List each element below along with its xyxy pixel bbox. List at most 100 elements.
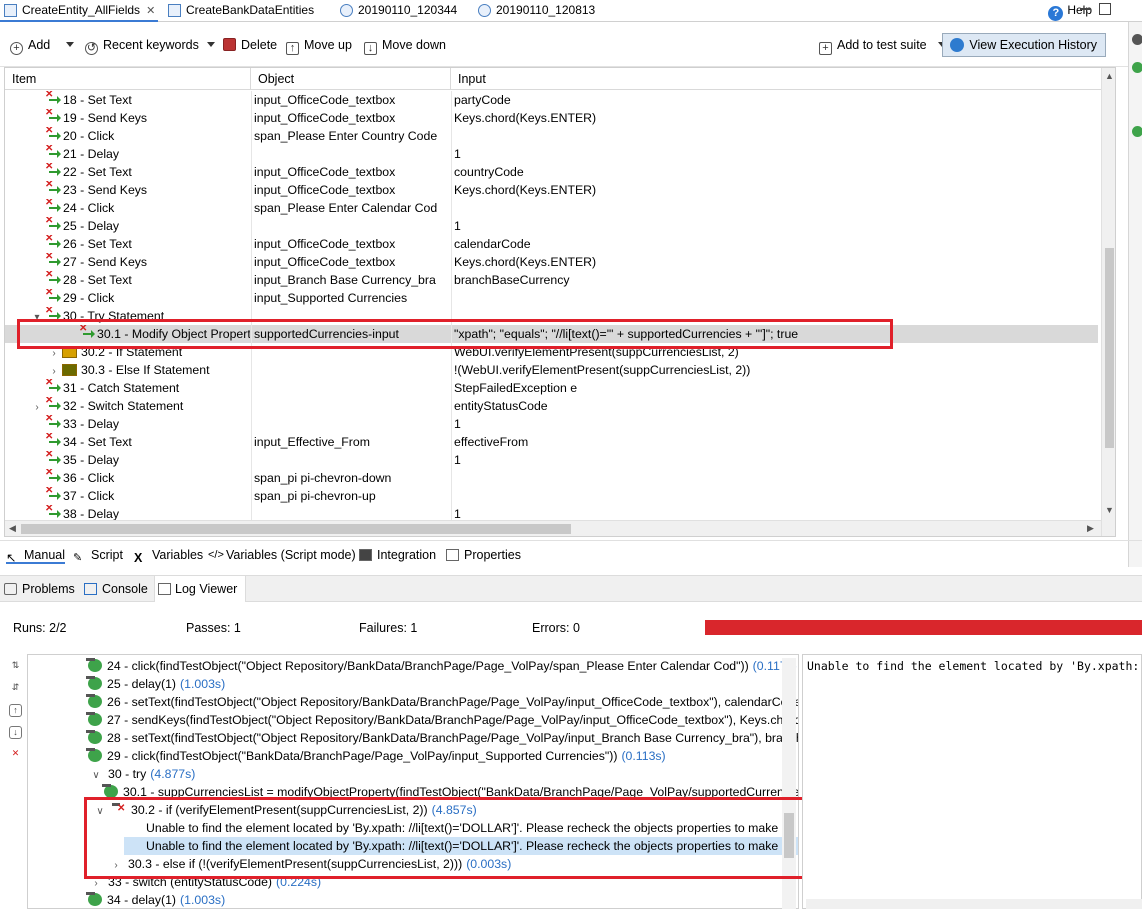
log-row[interactable]: 26 - setText(findTestObject("Object Repo…	[86, 693, 798, 711]
log-row[interactable]: 27 - sendKeys(findTestObject("Object Rep…	[86, 711, 798, 729]
view-execution-history-button[interactable]: View Execution History	[942, 33, 1106, 57]
object-cell[interactable]: input_OfficeCode_textbox	[251, 235, 450, 253]
object-cell[interactable]	[251, 397, 450, 415]
table-row[interactable]: ✕ 29 - Click input_Supported Currencies	[5, 289, 1098, 307]
object-cell[interactable]	[251, 145, 450, 163]
table-row[interactable]: ✕ 28 - Set Text input_Branch Base Currency…	[5, 271, 1098, 289]
table-row[interactable]: › 30.3 - Else If Statement !(WebUI.verifyE…	[5, 361, 1098, 379]
table-row[interactable]: ✕ 18 - Set Text input_OfficeCode_textbox pa…	[5, 91, 1098, 109]
input-cell[interactable]: !(WebUI.verifyElementPresent(suppCurrenc…	[451, 361, 1091, 379]
input-cell[interactable]: effectiveFrom	[451, 433, 1091, 451]
tab-problems[interactable]: Problems	[4, 580, 75, 598]
input-cell[interactable]: entityStatusCode	[451, 397, 1091, 415]
expand-arrow-icon[interactable]: ›	[48, 363, 60, 379]
editor-tab-createbankdata[interactable]: CreateBankDataEntities	[164, 0, 324, 22]
input-cell[interactable]	[451, 127, 1091, 145]
tab-variables[interactable]: X Variables	[134, 546, 203, 565]
input-cell[interactable]: branchBaseCurrency	[451, 271, 1091, 289]
table-row[interactable]: › ✕ 32 - Switch Statement entityStatusCode	[5, 397, 1098, 415]
table-horizontal-scrollbar[interactable]: ◀ ▶	[5, 520, 1101, 536]
scroll-left-icon[interactable]: ◀	[9, 523, 16, 534]
table-row[interactable]: ✕ 27 - Send Keys input_OfficeCode_textbox K…	[5, 253, 1098, 271]
message-horizontal-scrollbar[interactable]	[806, 899, 1142, 909]
input-cell[interactable]: calendarCode	[451, 235, 1091, 253]
input-cell[interactable]: 1	[451, 145, 1091, 163]
expand-all-icon[interactable]: ⇵	[9, 682, 22, 695]
table-row[interactable]: ✕ 20 - Click span_Please Enter Country Cod…	[5, 127, 1098, 145]
column-header-object[interactable]: Object	[251, 68, 451, 90]
tab-integration[interactable]: Integration	[359, 546, 436, 564]
editor-tab-report-1[interactable]: 20190110_120344	[336, 0, 466, 22]
object-cell[interactable]	[251, 451, 450, 469]
table-row[interactable]: ✕ 25 - Delay 1	[5, 217, 1098, 235]
minimize-icon[interactable]	[1080, 8, 1091, 10]
input-cell[interactable]: 1	[451, 451, 1091, 469]
table-row[interactable]: ✕ 33 - Delay 1	[5, 415, 1098, 433]
add-dropdown-icon[interactable]	[66, 42, 74, 47]
object-cell[interactable]: input_OfficeCode_textbox	[251, 91, 450, 109]
object-cell[interactable]	[251, 379, 450, 397]
object-cell[interactable]: input_OfficeCode_textbox	[251, 253, 450, 271]
table-row[interactable]: ✕ 19 - Send Keys input_OfficeCode_textbox K…	[5, 109, 1098, 127]
recent-keywords-button[interactable]: ↺ Recent keywords	[85, 36, 199, 55]
table-row[interactable]: ✕ 22 - Set Text input_OfficeCode_textbox co…	[5, 163, 1098, 181]
table-row[interactable]: ✕ 31 - Catch Statement StepFailedException…	[5, 379, 1098, 397]
recent-keywords-dropdown-icon[interactable]	[207, 42, 215, 47]
input-cell[interactable]: Keys.chord(Keys.ENTER)	[451, 253, 1091, 271]
tab-properties[interactable]: Properties	[446, 546, 521, 564]
object-cell[interactable]	[251, 415, 450, 433]
expand-arrow-icon[interactable]: ›	[31, 399, 43, 415]
input-cell[interactable]	[451, 469, 1091, 487]
object-cell[interactable]: input_Branch Base Currency_bra	[251, 271, 450, 289]
maximize-icon[interactable]	[1099, 3, 1111, 15]
object-cell[interactable]	[251, 361, 450, 379]
move-up-button[interactable]: ↑ Move up	[286, 36, 352, 55]
input-cell[interactable]	[451, 289, 1091, 307]
log-row[interactable]: 34 - delay(1) (1.003s)	[86, 891, 225, 908]
collapse-arrow-icon[interactable]: ∨	[90, 767, 102, 785]
table-row[interactable]: ✕ 26 - Set Text input_OfficeCode_textbox ca…	[5, 235, 1098, 253]
column-header-item[interactable]: Item	[5, 68, 251, 90]
input-cell[interactable]: 1	[451, 415, 1091, 433]
input-cell[interactable]: Keys.chord(Keys.ENTER)	[451, 181, 1091, 199]
input-cell[interactable]: partyCode	[451, 91, 1091, 109]
failures-only-icon[interactable]: ✕	[9, 748, 22, 761]
scrollbar-thumb[interactable]	[21, 524, 571, 534]
add-to-test-suite-button[interactable]: + Add to test suite	[819, 36, 927, 55]
object-cell[interactable]: span_Please Enter Country Code	[251, 127, 450, 145]
tab-script[interactable]: ✎ Script	[73, 546, 123, 564]
move-down-button[interactable]: ↓ Move down	[364, 36, 446, 55]
log-row[interactable]: 25 - delay(1) (1.003s)	[86, 675, 225, 693]
input-cell[interactable]: countryCode	[451, 163, 1091, 181]
input-cell[interactable]	[451, 487, 1091, 505]
object-cell[interactable]: input_OfficeCode_textbox	[251, 109, 450, 127]
object-cell[interactable]: input_OfficeCode_textbox	[251, 181, 450, 199]
previous-failure-icon[interactable]: ↑	[9, 704, 22, 717]
object-cell[interactable]: span_pi pi-chevron-down	[251, 469, 450, 487]
tab-log-viewer[interactable]: Log Viewer	[154, 576, 247, 602]
input-cell[interactable]: Keys.chord(Keys.ENTER)	[451, 109, 1091, 127]
collapse-all-icon[interactable]: ⇅	[9, 660, 22, 673]
object-cell[interactable]: span_Please Enter Calendar Cod	[251, 199, 450, 217]
table-row[interactable]: ✕ 24 - Click span_Please Enter Calendar Co…	[5, 199, 1098, 217]
tab-console[interactable]: Console	[84, 580, 148, 598]
table-row[interactable]: ✕ 37 - Click span_pi pi-chevron-up	[5, 487, 1098, 505]
tab-manual[interactable]: ↖ Manual	[6, 546, 65, 565]
scroll-up-icon[interactable]: ▲	[1105, 71, 1114, 81]
table-row[interactable]: ✕ 35 - Delay 1	[5, 451, 1098, 469]
object-cell[interactable]: span_pi pi-chevron-up	[251, 487, 450, 505]
eye-icon[interactable]	[1132, 34, 1142, 45]
column-header-input[interactable]: Input	[451, 68, 1101, 90]
scroll-down-icon[interactable]: ▼	[1105, 505, 1114, 515]
object-cell[interactable]	[251, 217, 450, 235]
help-link[interactable]: ? Help	[1048, 1, 1092, 21]
scroll-right-icon[interactable]: ▶	[1087, 523, 1094, 534]
object-cell[interactable]: input_Supported Currencies	[251, 289, 450, 307]
delete-button[interactable]: Delete	[223, 36, 277, 54]
log-row[interactable]: ∨ 30 - try (4.877s)	[92, 765, 195, 783]
input-cell[interactable]: StepFailedException e	[451, 379, 1091, 397]
log-row[interactable]: 29 - click(findTestObject("BankData/Bran…	[86, 747, 666, 765]
input-cell[interactable]: 1	[451, 217, 1091, 235]
log-row[interactable]: 28 - setText(findTestObject("Object Repo…	[86, 729, 798, 747]
object-cell[interactable]: input_OfficeCode_textbox	[251, 163, 450, 181]
